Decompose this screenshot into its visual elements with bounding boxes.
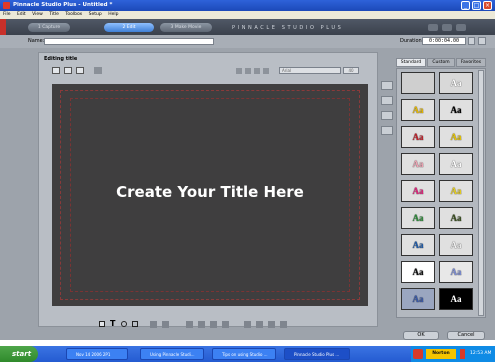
copy-icon[interactable]	[256, 321, 263, 328]
style-swatch[interactable]	[401, 72, 435, 94]
font-select[interactable]: Arial	[279, 67, 341, 74]
italic-icon[interactable]	[245, 68, 251, 74]
menu-bar: File Edit View Title Toolbox Setup Help	[0, 11, 495, 19]
underline-icon[interactable]	[254, 68, 260, 74]
ok-button[interactable]: OK	[403, 331, 439, 340]
rectangle-tool-icon[interactable]	[132, 321, 138, 327]
name-label: Name:	[28, 38, 45, 44]
align-tool-icon[interactable]	[162, 321, 169, 328]
full-screen-icon[interactable]	[94, 67, 102, 74]
duration-label: Duration:	[400, 38, 424, 44]
close-icon[interactable]: ×	[483, 1, 492, 10]
justify-icon[interactable]	[263, 68, 269, 74]
save-title-icon[interactable]	[381, 126, 393, 135]
brand-logo-text: PINNACLE STUDIO PLUS	[232, 25, 344, 31]
video-background-icon[interactable]	[381, 81, 393, 90]
tab-edit[interactable]: 2 Edit	[104, 23, 154, 32]
clock: 12:53 AM	[470, 351, 492, 356]
tab-capture[interactable]: 1 Capture	[28, 23, 70, 32]
gallery-scrollbar[interactable]	[478, 70, 484, 316]
name-input[interactable]	[44, 38, 214, 45]
menu-help[interactable]: Help	[108, 12, 118, 17]
style-swatch[interactable]: Aa	[439, 99, 473, 121]
layer-front-icon[interactable]	[186, 321, 193, 328]
color-background-icon[interactable]	[381, 96, 393, 105]
menu-file[interactable]: File	[3, 12, 11, 17]
window-title: Pinnacle Studio Plus - Untitled *	[13, 2, 113, 8]
taskbar-item-2[interactable]: Using Pinnacle Studi...	[140, 348, 204, 360]
style-swatch[interactable]: Aa	[401, 207, 435, 229]
start-label: start	[12, 350, 32, 358]
style-swatch-grid: Aa Aa Aa Aa Aa Aa Aa Aa Aa Aa Aa Aa Aa Aa Aa Aa Aa	[401, 72, 477, 318]
layer-back-icon[interactable]	[198, 321, 205, 328]
cancel-button[interactable]: Cancel	[447, 331, 485, 340]
menu-edit[interactable]: Edit	[17, 12, 26, 17]
tab-favorites[interactable]: Favorites	[456, 58, 486, 67]
maximize-icon[interactable]: □	[472, 1, 481, 10]
style-swatch[interactable]: Aa	[439, 234, 473, 256]
expand-icon[interactable]	[478, 37, 486, 45]
style-swatch[interactable]: Aa	[439, 180, 473, 202]
duration-field[interactable]: 0:00:04.00	[422, 37, 466, 45]
style-swatch[interactable]: Aa	[401, 261, 435, 283]
menu-view[interactable]: View	[32, 12, 43, 17]
text-tool-icon[interactable]: T	[110, 319, 115, 328]
delete-icon[interactable]	[280, 321, 287, 328]
editor-label: Editing title	[44, 56, 78, 62]
duration-spinner[interactable]	[468, 37, 475, 45]
menu-title[interactable]: Title	[49, 12, 59, 17]
style-swatch[interactable]: Aa	[401, 234, 435, 256]
canvas-title-text[interactable]: Create Your Title Here	[52, 183, 368, 201]
start-button[interactable]: start	[0, 346, 38, 362]
tab-standard[interactable]: Standard	[396, 58, 426, 67]
style-swatch[interactable]: Aa	[401, 126, 435, 148]
style-swatch[interactable]: Aa	[401, 288, 435, 310]
kerning-tool-icon[interactable]	[222, 321, 229, 328]
cut-icon[interactable]	[244, 321, 251, 328]
taskbar-item-3[interactable]: Tips on using Studio ...	[212, 348, 276, 360]
select-icon[interactable]	[99, 321, 105, 327]
ellipse-tool-icon[interactable]	[121, 321, 127, 327]
help-icon[interactable]	[456, 24, 466, 31]
tab-make-movie[interactable]: 3 Make Movie	[160, 23, 212, 32]
tray-shield-icon[interactable]	[460, 349, 465, 359]
tray-app-icon[interactable]	[413, 349, 423, 359]
taskbar-item-4[interactable]: Pinnacle Studio Plus ...	[284, 348, 350, 360]
style-swatch[interactable]: Aa	[401, 180, 435, 202]
redo-icon[interactable]	[442, 24, 452, 31]
title-type-crawl-icon[interactable]	[76, 67, 84, 74]
style-swatch[interactable]: Aa	[439, 261, 473, 283]
style-swatch[interactable]: Aa	[439, 72, 473, 94]
style-swatch[interactable]: Aa	[439, 126, 473, 148]
font-size-select[interactable]: 40	[343, 67, 359, 74]
group-tool-icon[interactable]	[150, 321, 157, 328]
undo-icon[interactable]	[428, 24, 438, 31]
menu-toolbox[interactable]: Toolbox	[65, 12, 82, 17]
style-swatch[interactable]: Aa	[439, 153, 473, 175]
window-title-bar: Pinnacle Studio Plus - Untitled *	[0, 0, 495, 11]
taskbar-item-1[interactable]: Nov 14 2006 2P1	[66, 348, 128, 360]
bold-icon[interactable]	[236, 68, 242, 74]
style-swatch[interactable]: Aa	[401, 153, 435, 175]
style-swatch[interactable]: Aa	[439, 207, 473, 229]
minimize-icon[interactable]: _	[461, 1, 470, 10]
image-background-icon[interactable]	[381, 111, 393, 120]
style-swatch[interactable]: Aa	[401, 99, 435, 121]
justify-tool-icon[interactable]	[210, 321, 217, 328]
norton-badge[interactable]: Norton	[426, 349, 456, 359]
red-accent-strip	[0, 19, 6, 35]
app-icon	[3, 2, 10, 9]
title-type-roll-icon[interactable]	[64, 67, 72, 74]
paste-icon[interactable]	[268, 321, 275, 328]
tab-custom[interactable]: Custom	[427, 58, 455, 67]
title-type-static-icon[interactable]	[52, 67, 60, 74]
style-swatch[interactable]: Aa	[439, 288, 473, 310]
menu-setup[interactable]: Setup	[89, 12, 102, 17]
